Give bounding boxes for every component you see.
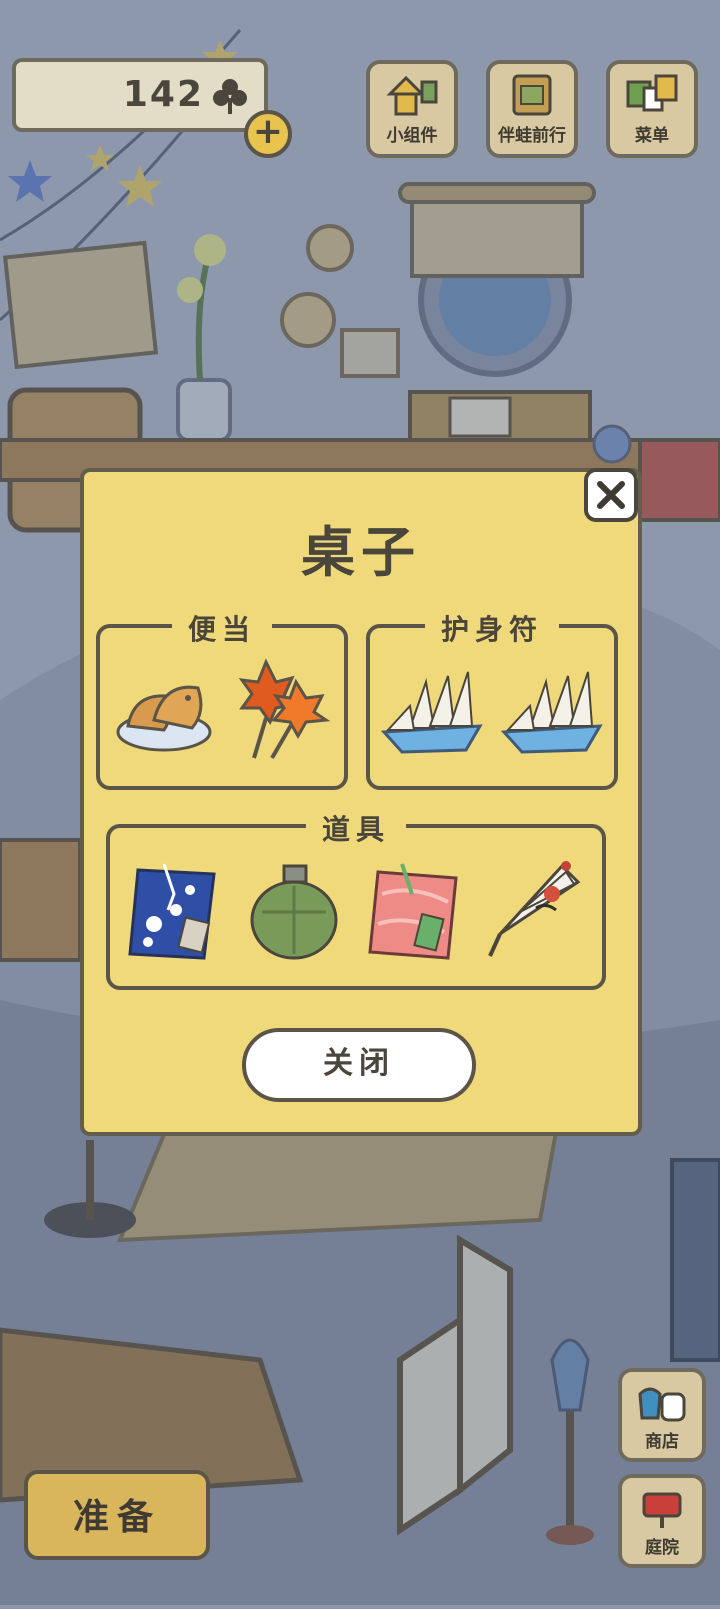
clover-counter: 142 xyxy=(12,58,268,132)
close-button[interactable]: 关闭 xyxy=(242,1028,476,1102)
table-dialog: 桌子 便当 护身符 道具 关闭 xyxy=(80,468,642,1136)
widget-icon xyxy=(386,75,438,116)
amulet-section-label: 护身符 xyxy=(424,608,560,648)
shop-icon xyxy=(638,1387,686,1422)
menu-icon xyxy=(626,74,678,112)
mailbox-icon xyxy=(642,1492,682,1528)
yard-button[interactable]: 庭院 xyxy=(618,1474,706,1568)
dialog-title: 桌子 xyxy=(301,521,421,584)
add-clover-button[interactable]: + xyxy=(244,110,292,158)
close-dialog-button[interactable] xyxy=(584,468,638,522)
widget-label: 小组件 xyxy=(386,126,438,146)
clover-icon xyxy=(213,79,247,114)
paper-ship-icon[interactable] xyxy=(500,668,610,758)
maple-tempura-icon[interactable] xyxy=(236,658,332,762)
canteen-icon[interactable] xyxy=(246,862,342,962)
paper-umbrella-icon[interactable] xyxy=(486,856,586,966)
shop-button[interactable]: 商店 xyxy=(618,1368,706,1462)
bento-section-label: 便当 xyxy=(171,608,273,648)
menu-button[interactable]: 菜单 xyxy=(606,60,698,158)
clover-count: 142 xyxy=(122,74,204,115)
pink-cloth-icon[interactable] xyxy=(362,854,468,966)
paper-ship-icon[interactable] xyxy=(380,668,490,758)
yard-label: 庭院 xyxy=(645,1538,679,1558)
widget-button[interactable]: 小组件 xyxy=(366,60,458,158)
close-icon xyxy=(597,481,625,509)
amulet-section: 护身符 xyxy=(366,608,618,790)
journey-label: 伴蛙前行 xyxy=(498,126,566,146)
blue-cloth-icon[interactable] xyxy=(124,854,230,966)
prepare-label: 准备 xyxy=(72,1497,161,1538)
journey-icon xyxy=(512,74,552,116)
menu-label: 菜单 xyxy=(635,126,669,146)
prepare-button[interactable]: 准备 xyxy=(24,1470,210,1560)
tools-section-label: 道具 xyxy=(305,808,407,848)
tools-section: 道具 xyxy=(106,808,606,990)
taiyaki-icon[interactable] xyxy=(114,666,214,756)
shop-label: 商店 xyxy=(645,1432,679,1452)
bento-section: 便当 xyxy=(96,608,348,790)
journey-button[interactable]: 伴蛙前行 xyxy=(486,60,578,158)
